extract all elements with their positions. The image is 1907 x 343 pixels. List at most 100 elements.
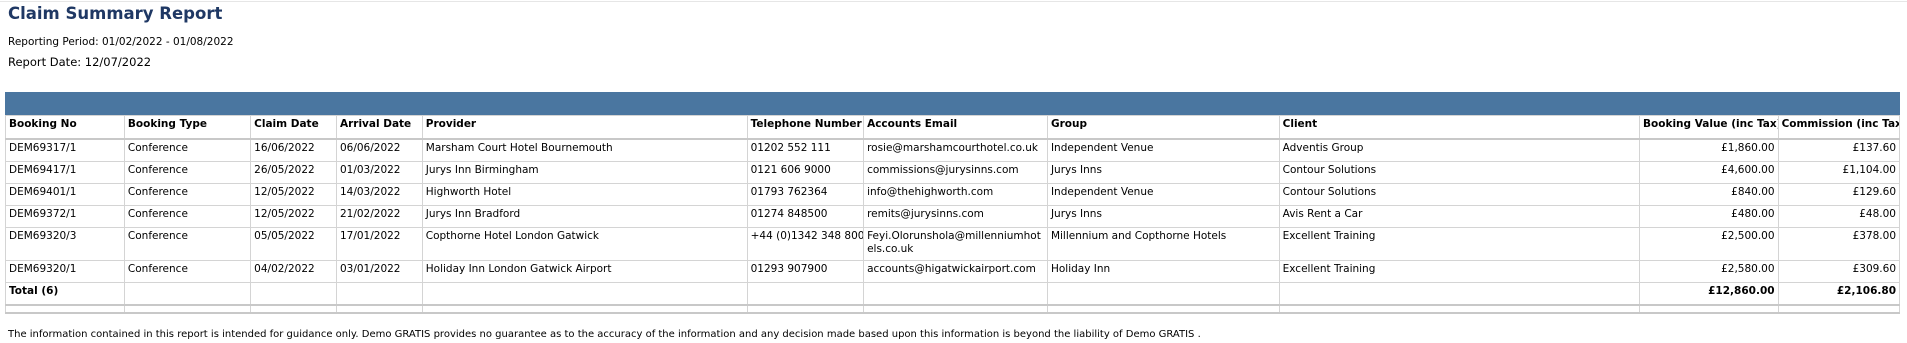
telephone-cell: 0121 606 9000 xyxy=(746,161,865,184)
client-cell: Adventis Group xyxy=(1278,138,1641,162)
arrival-date-cell: 03/01/2022 xyxy=(335,260,423,283)
claim-date-cell: 26/05/2022 xyxy=(250,161,337,184)
table-row: DEM69320/1 Conference 04/02/2022 03/01/2… xyxy=(5,260,1901,283)
col-accounts-email[interactable]: Accounts Email xyxy=(863,115,1048,140)
booking-no-cell: DEM69320/1 xyxy=(5,260,125,283)
col-claim-date[interactable]: Claim Date xyxy=(250,115,337,140)
booking-value-cell: £2,500.00 xyxy=(1639,227,1779,261)
group-cell: Jurys Inns xyxy=(1046,205,1280,228)
spacer-row xyxy=(5,304,1901,314)
table-row: DEM69417/1 Conference 26/05/2022 01/03/2… xyxy=(5,161,1901,184)
col-provider[interactable]: Provider xyxy=(421,115,748,140)
top-divider xyxy=(0,1,1907,2)
booking-type-cell: Conference xyxy=(123,183,252,206)
reporting-period: Reporting Period: 01/02/2022 - 01/08/202… xyxy=(8,36,234,48)
booking-value-cell: £2,580.00 xyxy=(1639,260,1779,283)
claim-date-cell: 05/05/2022 xyxy=(250,227,337,261)
total-empty-cell xyxy=(863,282,1048,306)
total-empty-cell xyxy=(421,282,748,306)
email-cell: remits@jurysinns.com xyxy=(863,205,1048,228)
booking-value-cell: £4,600.00 xyxy=(1639,161,1779,184)
total-booking-value: £12,860.00 xyxy=(1639,282,1779,306)
col-arrival-date[interactable]: Arrival Date xyxy=(335,115,423,140)
col-booking-value[interactable]: Booking Value (inc Tax) xyxy=(1639,115,1779,140)
provider-cell: Holiday Inn London Gatwick Airport xyxy=(421,260,748,283)
group-cell: Jurys Inns xyxy=(1046,161,1280,184)
telephone-cell: 01202 552 111 xyxy=(746,138,865,162)
telephone-cell: +44 (0)1342 348 800 xyxy=(746,227,865,261)
telephone-cell: 01793 762364 xyxy=(746,183,865,206)
total-empty-cell xyxy=(1278,282,1641,306)
provider-cell: Copthorne Hotel London Gatwick xyxy=(421,227,748,261)
col-booking-type[interactable]: Booking Type xyxy=(123,115,252,140)
disclaimer-text: The information contained in this report… xyxy=(8,329,1201,340)
table-row: DEM69317/1 Conference 16/06/2022 06/06/2… xyxy=(5,138,1901,162)
booking-no-cell: DEM69317/1 xyxy=(5,138,125,162)
arrival-date-cell: 21/02/2022 xyxy=(335,205,423,228)
table-header-bar xyxy=(5,92,1900,115)
provider-cell: Highworth Hotel xyxy=(421,183,748,206)
total-row: Total (6) £12,860.00 £2,106.80 xyxy=(5,282,1901,306)
claim-date-cell: 04/02/2022 xyxy=(250,260,337,283)
total-empty-cell xyxy=(123,282,252,306)
group-cell: Independent Venue xyxy=(1046,183,1280,206)
client-cell: Excellent Training xyxy=(1278,260,1641,283)
booking-no-cell: DEM69372/1 xyxy=(5,205,125,228)
col-commission[interactable]: Commission (inc Tax) xyxy=(1777,115,1901,140)
total-commission: £2,106.80 xyxy=(1777,282,1901,306)
booking-no-cell: DEM69320/3 xyxy=(5,227,125,261)
total-empty-cell xyxy=(746,282,865,306)
claim-date-cell: 16/06/2022 xyxy=(250,138,337,162)
commission-cell: £1,104.00 xyxy=(1777,161,1901,184)
total-empty-cell xyxy=(1046,282,1280,306)
email-cell: commissions@jurysinns.com xyxy=(863,161,1048,184)
client-cell: Avis Rent a Car xyxy=(1278,205,1641,228)
arrival-date-cell: 14/03/2022 xyxy=(335,183,423,206)
report-title: Claim Summary Report xyxy=(8,4,223,23)
claims-table: Booking No Booking Type Claim Date Arriv… xyxy=(5,115,1901,314)
report-date: Report Date: 12/07/2022 xyxy=(8,55,152,69)
group-cell: Independent Venue xyxy=(1046,138,1280,162)
commission-cell: £378.00 xyxy=(1777,227,1901,261)
provider-cell: Jurys Inn Bradford xyxy=(421,205,748,228)
commission-cell: £309.60 xyxy=(1777,260,1901,283)
client-cell: Contour Solutions xyxy=(1278,161,1641,184)
claim-date-cell: 12/05/2022 xyxy=(250,183,337,206)
arrival-date-cell: 06/06/2022 xyxy=(335,138,423,162)
booking-type-cell: Conference xyxy=(123,138,252,162)
arrival-date-cell: 17/01/2022 xyxy=(335,227,423,261)
email-cell: rosie@marshamcourthotel.co.uk xyxy=(863,138,1048,162)
claim-date-cell: 12/05/2022 xyxy=(250,205,337,228)
col-client[interactable]: Client xyxy=(1278,115,1641,140)
email-cell: accounts@higatwickairport.com xyxy=(863,260,1048,283)
commission-cell: £48.00 xyxy=(1777,205,1901,228)
provider-cell: Marsham Court Hotel Bournemouth xyxy=(421,138,748,162)
booking-value-cell: £480.00 xyxy=(1639,205,1779,228)
telephone-cell: 01274 848500 xyxy=(746,205,865,228)
client-cell: Contour Solutions xyxy=(1278,183,1641,206)
total-label: Total (6) xyxy=(5,282,125,306)
booking-type-cell: Conference xyxy=(123,205,252,228)
client-cell: Excellent Training xyxy=(1278,227,1641,261)
booking-no-cell: DEM69417/1 xyxy=(5,161,125,184)
email-cell: Feyi.Olorunshola@millenniumhotels.co.uk xyxy=(863,227,1048,261)
total-empty-cell xyxy=(335,282,423,306)
col-group[interactable]: Group xyxy=(1046,115,1280,140)
header-row: Booking No Booking Type Claim Date Arriv… xyxy=(5,115,1901,140)
group-cell: Holiday Inn xyxy=(1046,260,1280,283)
col-booking-no[interactable]: Booking No xyxy=(5,115,125,140)
table-row: DEM69401/1 Conference 12/05/2022 14/03/2… xyxy=(5,183,1901,206)
provider-cell: Jurys Inn Birmingham xyxy=(421,161,748,184)
commission-cell: £137.60 xyxy=(1777,138,1901,162)
booking-type-cell: Conference xyxy=(123,227,252,261)
total-empty-cell xyxy=(250,282,337,306)
booking-type-cell: Conference xyxy=(123,161,252,184)
email-cell: info@thehighworth.com xyxy=(863,183,1048,206)
commission-cell: £129.60 xyxy=(1777,183,1901,206)
group-cell: Millennium and Copthorne Hotels xyxy=(1046,227,1280,261)
table-row: DEM69372/1 Conference 12/05/2022 21/02/2… xyxy=(5,205,1901,228)
booking-value-cell: £840.00 xyxy=(1639,183,1779,206)
col-telephone[interactable]: Telephone Number xyxy=(746,115,865,140)
arrival-date-cell: 01/03/2022 xyxy=(335,161,423,184)
booking-type-cell: Conference xyxy=(123,260,252,283)
